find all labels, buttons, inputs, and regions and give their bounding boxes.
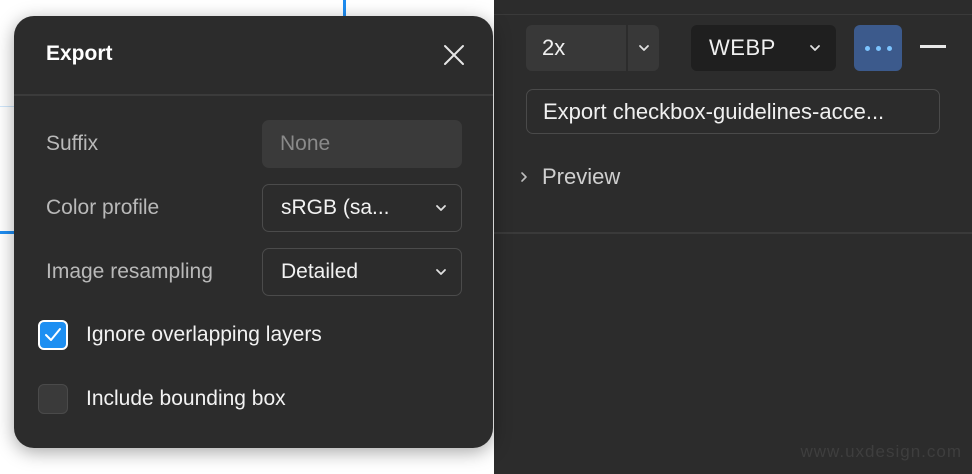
chevron-down-icon[interactable] — [628, 44, 659, 52]
scale-select[interactable]: 2x — [526, 25, 659, 71]
format-value: WEBP — [709, 35, 776, 60]
image-resampling-label: Image resampling — [46, 260, 213, 283]
format-select[interactable]: WEBP — [691, 25, 836, 71]
panel-divider — [494, 232, 972, 234]
include-bounding-box-checkbox[interactable] — [38, 384, 68, 414]
close-icon — [443, 44, 465, 66]
checkmark-icon — [45, 328, 61, 341]
suffix-input[interactable]: None — [262, 120, 462, 168]
more-icon — [862, 45, 895, 51]
scale-value: 2x — [542, 35, 566, 60]
export-settings-modal: Export Suffix None Color profile sRGB (s… — [14, 16, 493, 448]
modal-divider — [14, 94, 493, 96]
ignore-overlapping-layers-option[interactable]: Ignore overlapping layers — [38, 320, 322, 350]
preview-toggle[interactable]: Preview — [520, 160, 620, 194]
ignore-overlapping-layers-label: Ignore overlapping layers — [86, 323, 322, 346]
color-profile-label: Color profile — [46, 196, 160, 219]
watermark: www.uxdesign.com — [800, 442, 962, 461]
export-side-panel: 2x WEBP Export checkbox-guidelines-acce.… — [494, 0, 972, 474]
chevron-right-icon — [520, 171, 536, 183]
modal-title: Export — [46, 42, 113, 65]
more-options-button[interactable] — [854, 25, 902, 71]
image-resampling-select[interactable]: Detailed — [262, 248, 462, 296]
chevron-down-icon — [435, 268, 447, 276]
preview-label: Preview — [542, 164, 621, 189]
ignore-overlapping-layers-checkbox[interactable] — [38, 320, 68, 350]
chevron-down-icon — [809, 44, 821, 52]
suffix-label: Suffix — [46, 132, 99, 155]
remove-export-button[interactable] — [920, 45, 946, 48]
chevron-down-icon — [435, 204, 447, 212]
include-bounding-box-label: Include bounding box — [86, 387, 286, 410]
export-button[interactable]: Export checkbox-guidelines-acce... — [526, 89, 940, 134]
image-resampling-value: Detailed — [281, 260, 359, 283]
color-profile-select[interactable]: sRGB (sa... — [262, 184, 462, 232]
color-profile-value: sRGB (sa... — [281, 196, 390, 219]
close-button[interactable] — [440, 41, 468, 69]
panel-divider — [494, 14, 972, 15]
include-bounding-box-option[interactable]: Include bounding box — [38, 384, 286, 414]
suffix-placeholder: None — [280, 132, 331, 155]
